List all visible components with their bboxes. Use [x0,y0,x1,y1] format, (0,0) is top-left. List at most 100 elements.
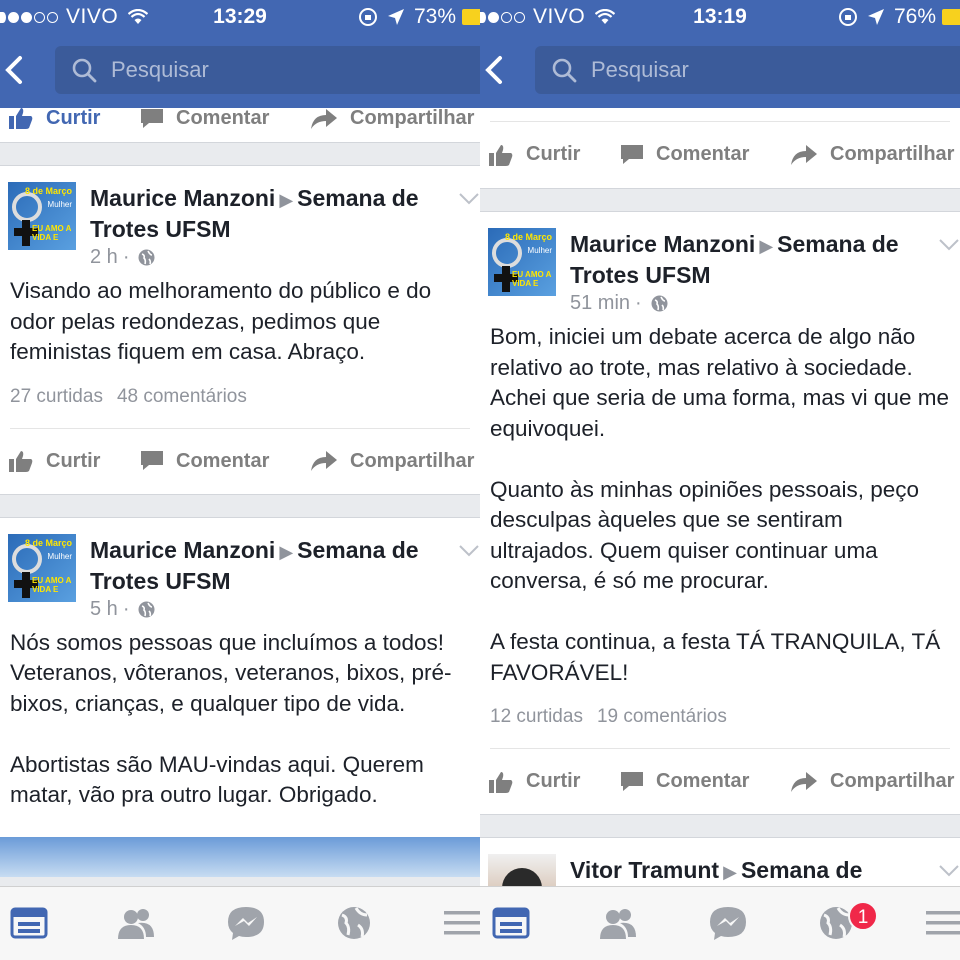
share-button[interactable]: Compartilhar [790,143,954,166]
messenger-icon[interactable] [226,905,266,941]
globe-icon [138,249,155,266]
post-card: 8 de Março Mulher EU AMO A VIDA E SOU CO… [0,517,480,837]
avatar-text-1: 8 de Março [24,537,72,548]
globe-icon [651,295,668,312]
author-name[interactable]: Maurice Manzoni [90,537,275,563]
like-button[interactable]: Curtir [8,106,100,130]
post-time[interactable]: 5 h [90,598,118,621]
search-input[interactable]: Pesquisar [55,46,480,94]
comment-button[interactable]: Comentar [620,143,749,166]
avatar[interactable]: 8 de Março Mulher EU AMO A VIDA E SOU CO… [8,182,76,250]
post-header: 8 de Março Mulher EU AMO A VIDA E SOU CO… [0,518,480,628]
back-chevron-icon[interactable] [0,50,36,90]
arrow-right-icon: ▶ [279,541,294,562]
chevron-down-icon[interactable] [458,544,480,558]
search-placeholder: Pesquisar [591,57,689,82]
battery-percent: 76% [893,5,936,28]
comment-button[interactable]: Comentar [620,770,749,793]
comment-button[interactable]: Comentar [140,450,269,473]
avatar-text-2: Mulher [47,200,72,209]
app-header: VIVO 13:29 73% Pesquisar [0,0,480,108]
news-feed-icon[interactable] [492,905,532,941]
tab-bar: 1 [480,886,960,960]
comments-count[interactable]: 48 comentários [117,386,247,407]
back-chevron-icon[interactable] [480,50,516,90]
avatar[interactable]: 8 de Março Mulher EU AMO A VIDA E SOU CO… [488,228,556,296]
comment-label: Comentar [176,449,270,472]
battery-icon [462,9,480,25]
comment-button[interactable]: Comentar [140,107,269,130]
avatar[interactable]: 8 de Março Mulher EU AMO A VIDA E SOU CO… [8,533,76,602]
share-button[interactable]: Compartilhar [790,770,954,793]
likes-count[interactable]: 12 curtidas [490,706,583,727]
feed-divider [0,493,480,518]
comment-label: Comentar [176,107,270,129]
comment-icon [621,771,643,791]
share-icon [791,144,817,165]
share-label: Compartilhar [830,770,955,792]
news-feed-icon[interactable] [10,905,50,941]
author-name[interactable]: Vitor Tramunt [570,857,719,883]
status-right: 76% [838,5,960,29]
post-time[interactable]: 2 h [90,246,118,269]
share-button[interactable]: Compartilhar [310,107,474,130]
post-author-line: Vitor Tramunt ▶ Semana de [570,856,920,887]
like-label: Curtir [46,106,101,129]
post-text: Bom, iniciei um debate acerca de algo nã… [490,324,949,685]
post-image[interactable] [0,836,480,877]
comment-label: Comentar [656,143,750,165]
share-icon [791,771,817,792]
like-button[interactable]: Curtir [8,449,100,473]
like-icon [489,771,513,793]
comment-icon [141,108,163,128]
author-name[interactable]: Maurice Manzoni [90,185,275,211]
friends-icon[interactable] [598,905,638,941]
comments-count[interactable]: 19 comentários [597,706,727,727]
post-actions: Curtir Comentar Compartilhar [488,748,954,814]
author-name[interactable]: Maurice Manzoni [570,231,755,257]
arrow-right-icon: ▶ [723,862,737,882]
menu-icon[interactable] [924,905,960,941]
avatar-text-1: 8 de Março [504,232,552,242]
share-button[interactable]: Compartilhar [310,450,474,473]
like-button[interactable]: Curtir [488,770,580,794]
avatar-text-3: EU AMO A VIDA E SOU CONTRA O ABORTO [512,270,552,288]
previous-post-actions: Curtir Comentar Compartilhar [480,108,960,188]
friends-icon[interactable] [116,905,156,941]
location-icon [867,9,884,25]
avatar-text-3: EU AMO A VIDA E SOU CONTRA O ABORTO [32,575,72,594]
left-screenshot: VIVO 13:29 73% Pesquisar Curtir Comentar… [0,0,480,960]
chevron-down-icon[interactable] [458,192,480,206]
group-name[interactable]: Semana de [741,857,862,883]
status-right: 73% [358,5,480,29]
chevron-down-icon[interactable] [938,864,960,878]
post-text: Nós somos pessoas que incluímos a todos!… [10,629,452,808]
post-card: 8 de Março Mulher EU AMO A VIDA E SOU CO… [0,166,480,494]
feed-divider [480,814,960,838]
rotation-lock-icon [358,8,377,26]
menu-icon[interactable] [442,905,480,941]
post-author-line: Maurice Manzoni ▶ Semana de Trotes UFSM [90,536,440,596]
location-icon [387,9,404,25]
post-header: 8 de Março Mulher EU AMO A VIDA E SOU CO… [0,166,480,276]
search-icon [72,58,97,83]
rotation-lock-icon [838,8,857,26]
likes-count[interactable]: 27 curtidas [10,386,103,407]
navbar: Pesquisar [0,44,480,98]
notifications-globe-icon[interactable] [334,905,374,941]
search-input[interactable]: Pesquisar [535,46,960,94]
share-label: Compartilhar [350,107,475,129]
post-counts: 27 curtidas 48 comentários [0,368,480,428]
chevron-down-icon[interactable] [938,238,960,252]
messenger-icon[interactable] [708,905,748,941]
arrow-right-icon: ▶ [759,236,774,256]
feed: Curtir Comentar Compartilhar 8 de Março [0,86,480,877]
notification-badge[interactable]: 1 [848,901,878,931]
post-time[interactable]: 51 min [570,292,630,315]
comment-icon [141,451,163,470]
search-placeholder: Pesquisar [111,57,209,82]
share-icon [311,108,337,129]
avatar-text-2: Mulher [527,246,552,255]
like-button[interactable]: Curtir [488,143,580,167]
search-icon [552,58,577,83]
